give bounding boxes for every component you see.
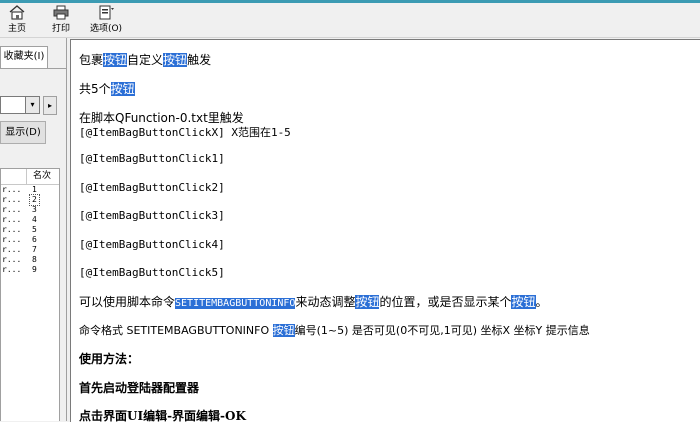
home-label: 主页 xyxy=(7,24,26,34)
content-line: 包裹按钮自定义按钮触发 xyxy=(79,53,212,67)
list-item[interactable]: r... 3 xyxy=(1,205,59,215)
print-label: 打印 xyxy=(51,24,70,34)
content-line: [@ItemBagButtonClickX] X范围在1-5 xyxy=(79,126,291,139)
list-item[interactable]: r... 9 xyxy=(1,265,59,275)
list-item[interactable]: r... 6 xyxy=(1,235,59,245)
content-line: 可以使用脚本命令SETITEMBAGBUTTONINFO来动态调整按钮的位置，或… xyxy=(79,295,548,309)
result-list[interactable]: 名次 r... 1 r... 2 r... 3 r... 4 r... 5 r... 6 r… xyxy=(0,168,60,421)
content-line: 命令格式 SETITEMBAGBUTTONINFO 按钮编号(1~5) 是否可见… xyxy=(79,324,590,337)
list-header: 名次 xyxy=(1,169,59,185)
keyword-combo[interactable]: ▾ xyxy=(0,96,40,114)
next-arrow-icon[interactable]: ▸ xyxy=(43,96,57,115)
content-heading: 使用方法： xyxy=(79,352,140,366)
content-line: [@ItemBagButtonClick3] xyxy=(79,209,225,222)
list-item[interactable]: r... 2 xyxy=(1,194,59,206)
rank-column-header[interactable]: 名次 xyxy=(26,169,57,184)
navigation-pane: 收藏夹(I) ▾ ▸ 显示(D) 名次 r... 1 r... 2 r... 3 r.… xyxy=(0,38,67,421)
nav-tab-row: 收藏夹(I) xyxy=(0,46,66,69)
combo-arrow-icon[interactable]: ▾ xyxy=(25,97,39,113)
content-line: [@ItemBagButtonClick5] xyxy=(79,266,225,279)
list-item[interactable]: r... 8 xyxy=(1,255,59,265)
list-item[interactable]: r... 5 xyxy=(1,225,59,235)
tab-favorites[interactable]: 收藏夹(I) xyxy=(0,46,48,68)
options-label: 选项(O) xyxy=(89,24,123,34)
home-icon xyxy=(9,5,25,20)
content-line: [@ItemBagButtonClick1] xyxy=(79,152,225,165)
content-heading: 首先启动登陆器配置器 xyxy=(79,381,200,395)
home-button[interactable]: 主页 xyxy=(4,5,30,35)
content-line: 共5个按钮 xyxy=(79,82,135,96)
print-button[interactable]: 打印 xyxy=(48,5,74,35)
content-line: [@ItemBagButtonClick2] xyxy=(79,181,225,194)
list-item[interactable]: r... 7 xyxy=(1,245,59,255)
show-button[interactable]: 显示(D) xyxy=(0,121,46,144)
list-item[interactable]: r... 4 xyxy=(1,215,59,225)
options-button[interactable]: 选项(O) xyxy=(88,5,124,35)
content-line: [@ItemBagButtonClick4] xyxy=(79,238,225,251)
printer-icon xyxy=(53,5,69,20)
options-icon xyxy=(99,5,114,20)
toolbar: 主页 打印 选项(O) xyxy=(0,3,700,38)
topic-content[interactable]: 包裹按钮自定义按钮触发 共5个按钮 在脚本QFunction-0.txt里触发 … xyxy=(70,39,700,422)
list-item[interactable]: r... 1 xyxy=(1,185,59,195)
content-heading: 点击界面UI编辑-界面编辑-OK xyxy=(79,409,246,422)
